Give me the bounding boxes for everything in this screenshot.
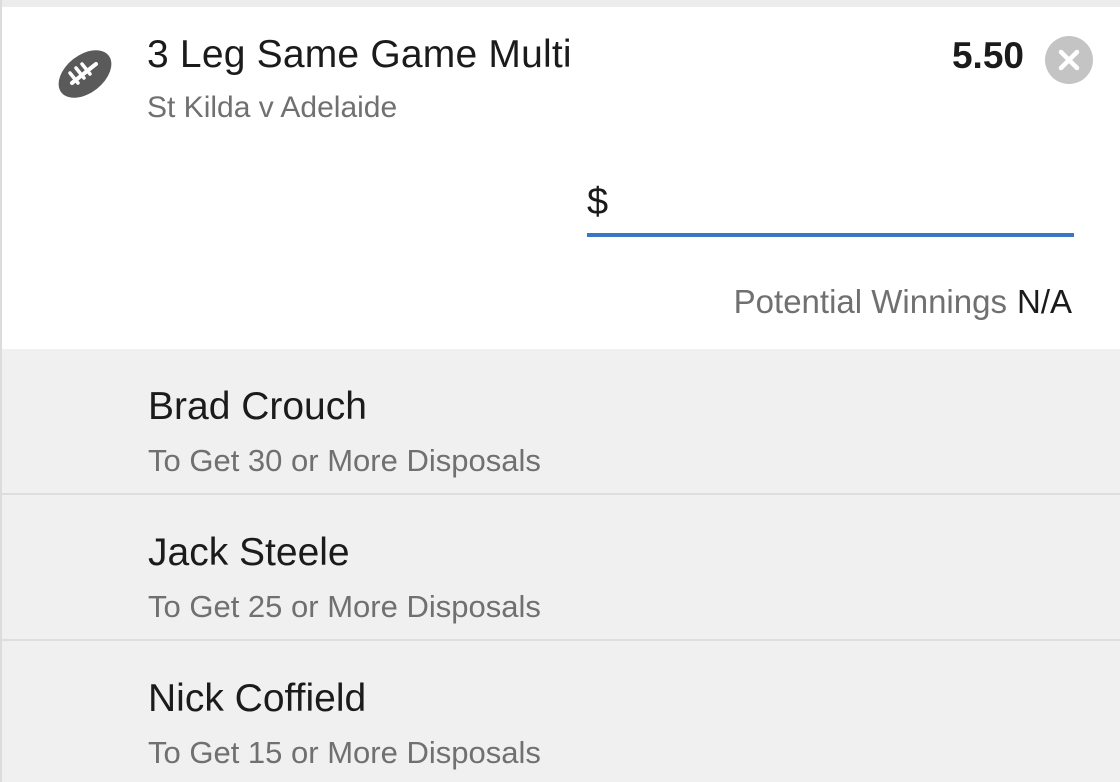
leg-market: To Get 30 or More Disposals	[148, 443, 541, 478]
bet-title: 3 Leg Same Game Multi	[147, 33, 572, 76]
leg-market: To Get 25 or More Disposals	[148, 589, 541, 624]
top-divider	[2, 0, 1120, 7]
bet-odds: 5.50	[951, 35, 1024, 76]
list-item: Jack Steele To Get 25 or More Disposals	[2, 495, 1120, 641]
list-item: Nick Coffield To Get 15 or More Disposal…	[2, 641, 1120, 782]
leg-market: To Get 15 or More Disposals	[148, 735, 541, 770]
currency-symbol: $	[587, 181, 609, 223]
potential-winnings-value: N/A	[1016, 283, 1072, 320]
football-icon	[54, 45, 116, 103]
potential-winnings: Potential Winnings N/A	[734, 283, 1072, 321]
close-circle-icon	[1058, 49, 1080, 71]
list-item: Brad Crouch To Get 30 or More Disposals	[2, 349, 1120, 495]
bet-legs-list: Brad Crouch To Get 30 or More Disposals …	[2, 349, 1120, 782]
potential-winnings-label: Potential Winnings	[733, 283, 1007, 320]
leg-player-name: Nick Coffield	[148, 677, 367, 720]
leg-player-name: Brad Crouch	[148, 385, 367, 428]
leg-player-name: Jack Steele	[148, 531, 350, 574]
stake-field[interactable]: $	[587, 175, 1074, 237]
remove-bet-button[interactable]	[1045, 36, 1093, 84]
stake-input[interactable]	[621, 179, 1065, 229]
match-name: St Kilda v Adelaide	[147, 91, 398, 124]
bet-header: 3 Leg Same Game Multi St Kilda v Adelaid…	[2, 7, 1120, 349]
bet-slip-panel: 3 Leg Same Game Multi St Kilda v Adelaid…	[0, 0, 1120, 782]
